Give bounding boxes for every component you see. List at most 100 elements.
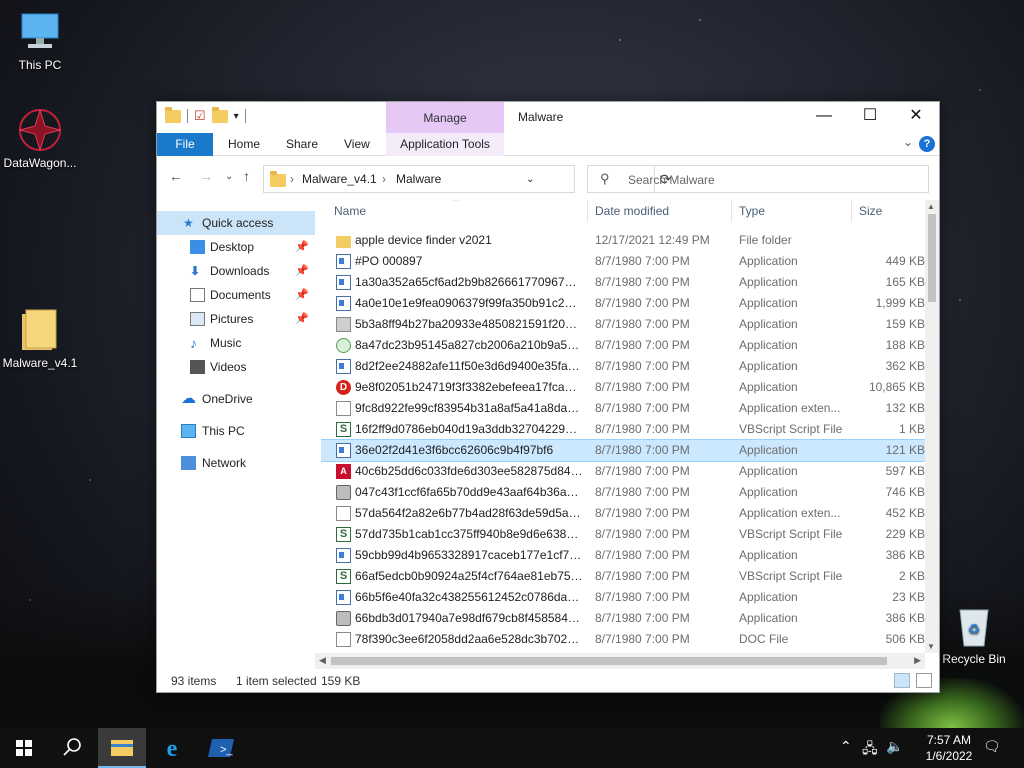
desktop-icon-datawagon[interactable]: DataWagon...	[0, 106, 80, 170]
new-folder-icon[interactable]	[211, 106, 228, 123]
tab-share[interactable]: Share	[274, 133, 330, 156]
taskbar-internet-explorer[interactable]: e	[148, 728, 196, 768]
minimize-button[interactable]: —	[801, 102, 847, 132]
column-header-type[interactable]: Type	[739, 200, 765, 222]
customize-toolbar-icon[interactable]: ▾	[234, 111, 239, 122]
pin-icon[interactable]: 📌	[295, 283, 309, 307]
nav-item-this-pc[interactable]: This PC	[157, 419, 315, 443]
system-clock[interactable]: 7:57 AM 1/6/2022	[918, 732, 980, 764]
pin-icon[interactable]: 📌	[295, 307, 309, 331]
start-button[interactable]	[0, 728, 48, 768]
show-hidden-icons-chevron-icon[interactable]: ⌃	[840, 738, 852, 755]
table-row[interactable]: 57da564f2a82e6b77b4ad28f63de59d5af6b... 8…	[321, 503, 927, 524]
horizontal-scrollbar[interactable]: ◀ ▶	[315, 653, 925, 669]
tab-application-tools[interactable]: Application Tools	[386, 133, 504, 156]
scroll-up-arrow-icon[interactable]: ▲	[927, 202, 935, 211]
address-dropdown-icon[interactable]: ⌄	[526, 174, 534, 185]
column-divider[interactable]	[587, 200, 588, 222]
scroll-left-arrow-icon[interactable]: ◀	[319, 655, 326, 666]
table-row[interactable]: S 66af5edcb0b90924a25f4cf764ae81eb754b...…	[321, 566, 927, 587]
chevron-down-icon[interactable]: ⌄	[903, 135, 913, 149]
back-arrow-icon[interactable]: ←	[169, 168, 183, 184]
content-area: ★ Quick access Desktop 📌 ⬇ Downloads 📌 D…	[157, 200, 939, 671]
table-row[interactable]: 66b5f6e40fa32c438255612452c0786dacf5... 8…	[321, 587, 927, 608]
maximize-button[interactable]: ☐	[847, 102, 893, 132]
table-row-selected[interactable]: 36e02f2d41e3f6bcc62606c9b4f97bf6 8/7/1980…	[321, 439, 927, 462]
table-row[interactable]: S 16f2ff9d0786eb040d19a3ddb32704229027...…	[321, 419, 927, 440]
vertical-scrollbar[interactable]: ▲ ▼	[925, 200, 939, 653]
search-button[interactable]	[48, 728, 96, 768]
recent-locations-chevron-icon[interactable]: ⌄	[225, 171, 233, 182]
column-divider[interactable]	[851, 200, 852, 222]
column-header-date-modified[interactable]: Date modified	[595, 200, 669, 222]
nav-item-network[interactable]: Network	[157, 451, 315, 475]
forward-arrow-icon[interactable]: →	[199, 168, 213, 184]
nav-item-desktop[interactable]: Desktop 📌	[157, 235, 315, 259]
address-bar[interactable]: › Malware_v4.1 › Malware ⌄ ⟳	[263, 165, 671, 193]
notifications-icon[interactable]: 🗨	[983, 738, 1001, 755]
table-row[interactable]: 4a0e10e1e9fea0906379f99fa350b91c2af37...…	[321, 293, 927, 314]
table-row[interactable]: #PO 000897 8/7/1980 7:00 PM Application 449…	[321, 251, 927, 272]
desktop-icon-this-pc[interactable]: This PC	[0, 8, 80, 72]
table-row[interactable]: 59cbb99d4b9653328917caceb177e1cf7dd... 8/…	[321, 545, 927, 566]
application-icon	[336, 254, 351, 269]
scrollbar-thumb[interactable]	[331, 657, 887, 665]
file-date-modified: 8/7/1980 7:00 PM	[595, 422, 690, 436]
table-row[interactable]: 8d2f2ee24882afe11f50e3d6d9400e35fa667...…	[321, 356, 927, 377]
scroll-down-arrow-icon[interactable]: ▼	[927, 642, 935, 651]
nav-item-pictures[interactable]: Pictures 📌	[157, 307, 315, 331]
scroll-right-arrow-icon[interactable]: ▶	[914, 655, 921, 666]
tab-file[interactable]: File	[157, 133, 213, 156]
help-icon[interactable]: ?	[919, 136, 935, 152]
application-icon: D	[336, 380, 351, 395]
table-row[interactable]: S 57dd735b1cab1cc375ff940b8e9d6e63846... 8…	[321, 524, 927, 545]
nav-item-downloads[interactable]: ⬇ Downloads 📌	[157, 259, 315, 283]
search-input[interactable]: ⚲ Search Malware	[587, 165, 929, 193]
nav-item-quick-access[interactable]: ★ Quick access	[157, 211, 315, 235]
volume-muted-icon[interactable]: 🔈	[886, 738, 903, 755]
table-row[interactable]: 9fc8d922fe99cf83954b31a8af5a41a8dac0e...…	[321, 398, 927, 419]
svg-text:>_: >_	[220, 744, 233, 756]
nav-item-label: Downloads	[210, 264, 270, 278]
table-row[interactable]: D 9e8f02051b24719f3f3382ebefeea17fcadf9..…	[321, 377, 927, 398]
network-status-icon[interactable]: 🖧	[862, 738, 878, 762]
desktop-icon-recycle-bin[interactable]: ♻ Recycle Bin	[934, 602, 1014, 666]
pin-icon[interactable]: 📌	[295, 235, 309, 259]
table-row[interactable]: A 40c6b25dd6c033fde6d303ee582875d841a... 8…	[321, 461, 927, 482]
folder-icon	[165, 106, 181, 123]
table-row[interactable]: 66bdb3d017940a7e98df679cb8f45858467... 8/…	[321, 608, 927, 629]
table-row[interactable]: 1a30a352a65cf6ad2b9b8266617709672c77... 8…	[321, 272, 927, 293]
breadcrumb-malware[interactable]: Malware	[396, 172, 441, 186]
nav-item-videos[interactable]: Videos	[157, 355, 315, 379]
table-row[interactable]: 78f390c3ee6f2058dd2aa6e528dc3b702492... 8…	[321, 629, 927, 650]
table-row[interactable]: apple device finder v2021 12/17/2021 12:4…	[321, 230, 927, 251]
tab-home[interactable]: Home	[216, 133, 272, 156]
properties-icon[interactable]: ☑	[194, 108, 206, 124]
file-date-modified: 8/7/1980 7:00 PM	[595, 443, 690, 457]
computer-icon	[16, 8, 64, 56]
table-row[interactable]: 8a47dc23b95145a827cb2006a210b9a59bb... 8/…	[321, 335, 927, 356]
application-icon	[336, 296, 351, 311]
pin-icon[interactable]: 📌	[295, 259, 309, 283]
breadcrumb-malware-v4-1[interactable]: Malware_v4.1	[302, 172, 377, 186]
table-row[interactable]: 047c43f1ccf6fa65b70dd9e43aaf64b36a1e... 8…	[321, 482, 927, 503]
nav-item-documents[interactable]: Documents 📌	[157, 283, 315, 307]
column-header-size[interactable]: Size	[859, 200, 882, 222]
file-date-modified: 8/7/1980 7:00 PM	[595, 296, 690, 310]
column-divider[interactable]	[731, 200, 732, 222]
details-view-icon[interactable]	[894, 673, 910, 688]
taskbar-powershell[interactable]: >_	[198, 728, 246, 768]
nav-item-music[interactable]: ♪ Music	[157, 331, 315, 355]
large-icons-view-icon[interactable]	[916, 673, 932, 688]
close-button[interactable]: ✕	[893, 102, 939, 132]
desktop-icon-malware-folder[interactable]: Malware_v4.1	[0, 306, 80, 370]
file-name: 57da564f2a82e6b77b4ad28f63de59d5af6b...	[355, 506, 583, 520]
scrollbar-thumb[interactable]	[928, 214, 936, 302]
up-arrow-icon[interactable]: ↑	[243, 168, 250, 184]
manage-tab[interactable]: Manage	[386, 102, 504, 133]
nav-item-onedrive[interactable]: ☁ OneDrive	[157, 387, 315, 411]
taskbar-file-explorer[interactable]	[98, 728, 146, 768]
tab-view[interactable]: View	[332, 133, 382, 156]
column-header-name[interactable]: Name	[334, 200, 366, 222]
table-row[interactable]: 5b3a8ff94b27ba20933e4850821591f20b6c... 8…	[321, 314, 927, 335]
